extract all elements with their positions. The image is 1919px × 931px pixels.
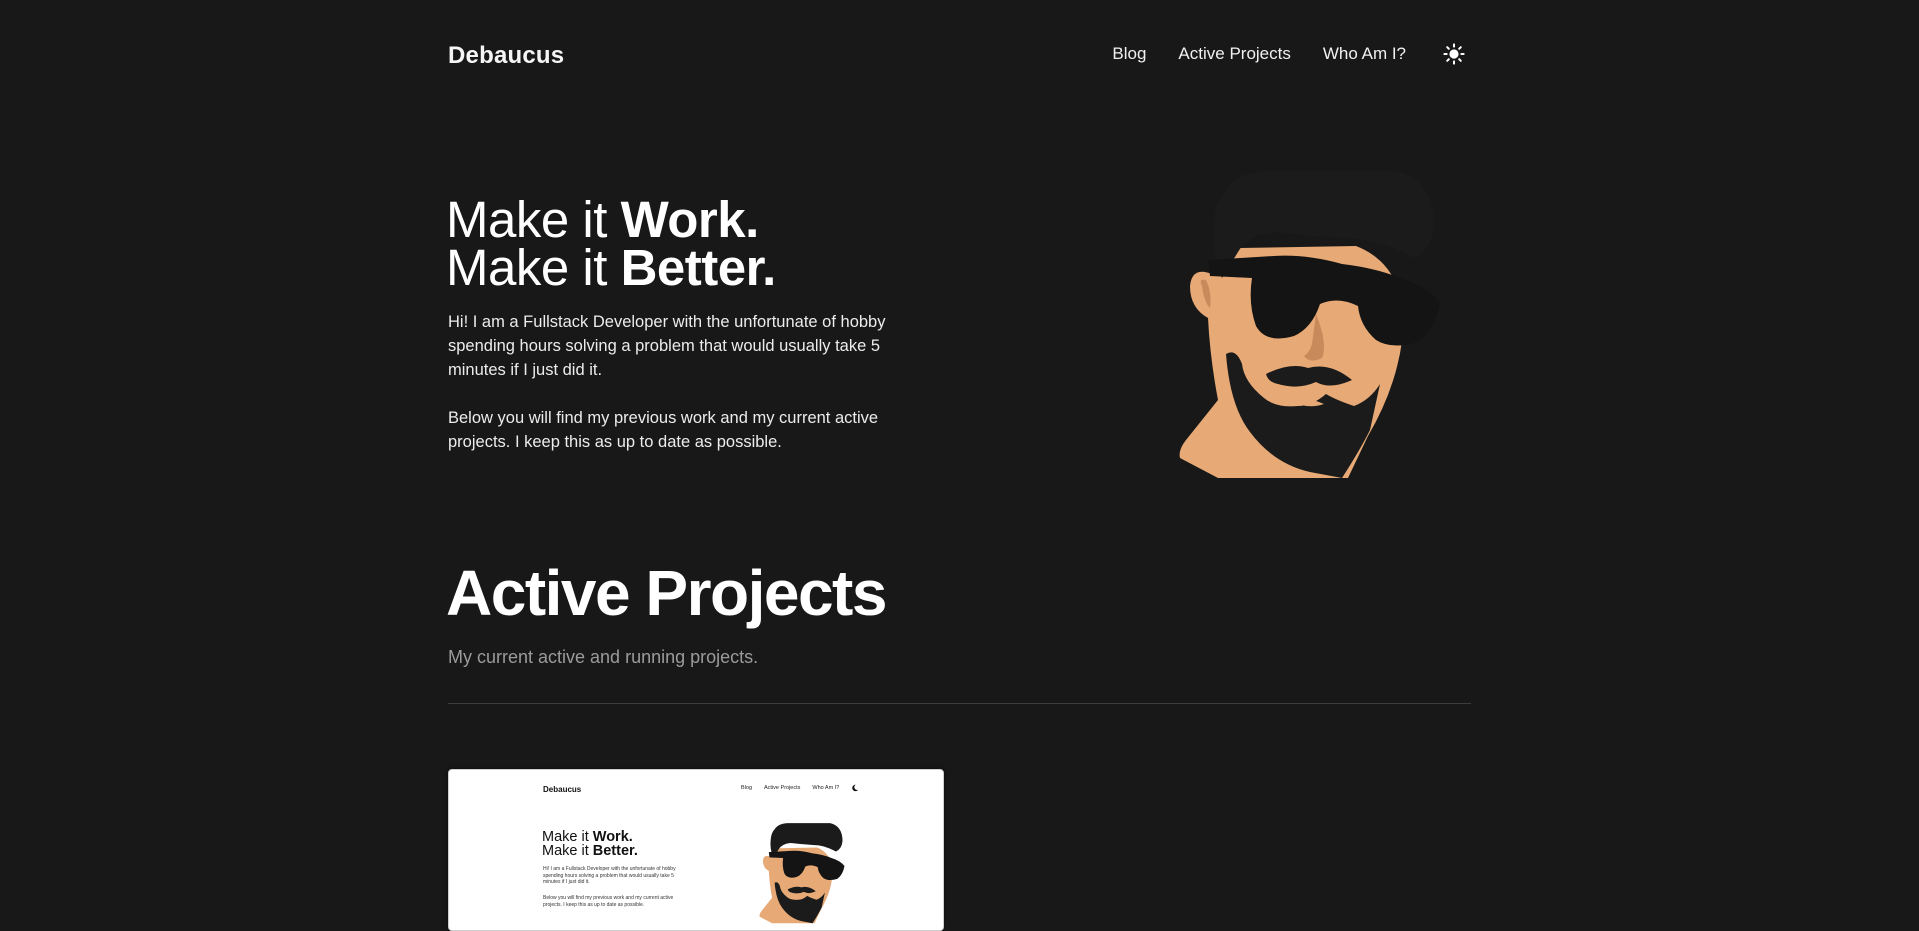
card-preview-nav-active-projects: Active Projects	[764, 785, 801, 791]
card-preview-line2-bold: Better.	[592, 843, 638, 859]
card-preview-nav-who-am-i: Who Am I?	[812, 785, 840, 791]
active-projects-subtitle: My current active and running projects.	[448, 647, 759, 667]
active-projects-heading: Active Projects	[446, 557, 887, 629]
card-preview-nav: Blog Active Projects Who Am I?	[741, 784, 859, 792]
top-nav: Blog Active Projects Who Am I?	[1080, 42, 1466, 66]
nav-active-projects[interactable]: Active Projects	[1178, 44, 1290, 64]
theme-toggle-button[interactable]	[1442, 42, 1466, 66]
hero-secondary-paragraph: Below you will find my previous work and…	[448, 409, 879, 451]
bearded-man-sunglasses-avatar	[1179, 171, 1440, 478]
page: Debaucus Blog Active Projects Who Am I?	[0, 0, 1919, 931]
nav-blog[interactable]: Blog	[1112, 44, 1146, 64]
sun-icon	[1443, 43, 1465, 65]
hero-line2-bold: Better.	[620, 239, 777, 296]
section-divider	[448, 703, 1471, 704]
moon-icon	[852, 784, 859, 792]
card-preview-line2-prefix: Make it	[542, 843, 593, 859]
hero-intro-paragraph: Hi! I am a Fullstack Developer with the …	[448, 313, 886, 379]
site-logo[interactable]: Debaucus	[448, 42, 564, 70]
project-card-debaucus[interactable]: Debaucus Blog Active Projects Who Am I? …	[448, 769, 944, 931]
card-preview-headline: Make it Work. Make it Better.	[542, 830, 638, 859]
card-preview-paragraph-1: Hi! I am a Fullstack Developer with the …	[543, 866, 676, 885]
card-preview-logo: Debaucus	[543, 785, 582, 794]
nav-who-am-i[interactable]: Who Am I?	[1323, 44, 1406, 64]
card-preview-nav-blog: Blog	[741, 785, 753, 791]
card-preview-avatar	[759, 823, 845, 924]
card-preview-paragraph-2: Below you will find my previous work and…	[543, 895, 674, 908]
hero-line2-prefix: Make it	[446, 239, 621, 296]
hero-headline: Make it Work. Make it Better.	[446, 194, 776, 293]
